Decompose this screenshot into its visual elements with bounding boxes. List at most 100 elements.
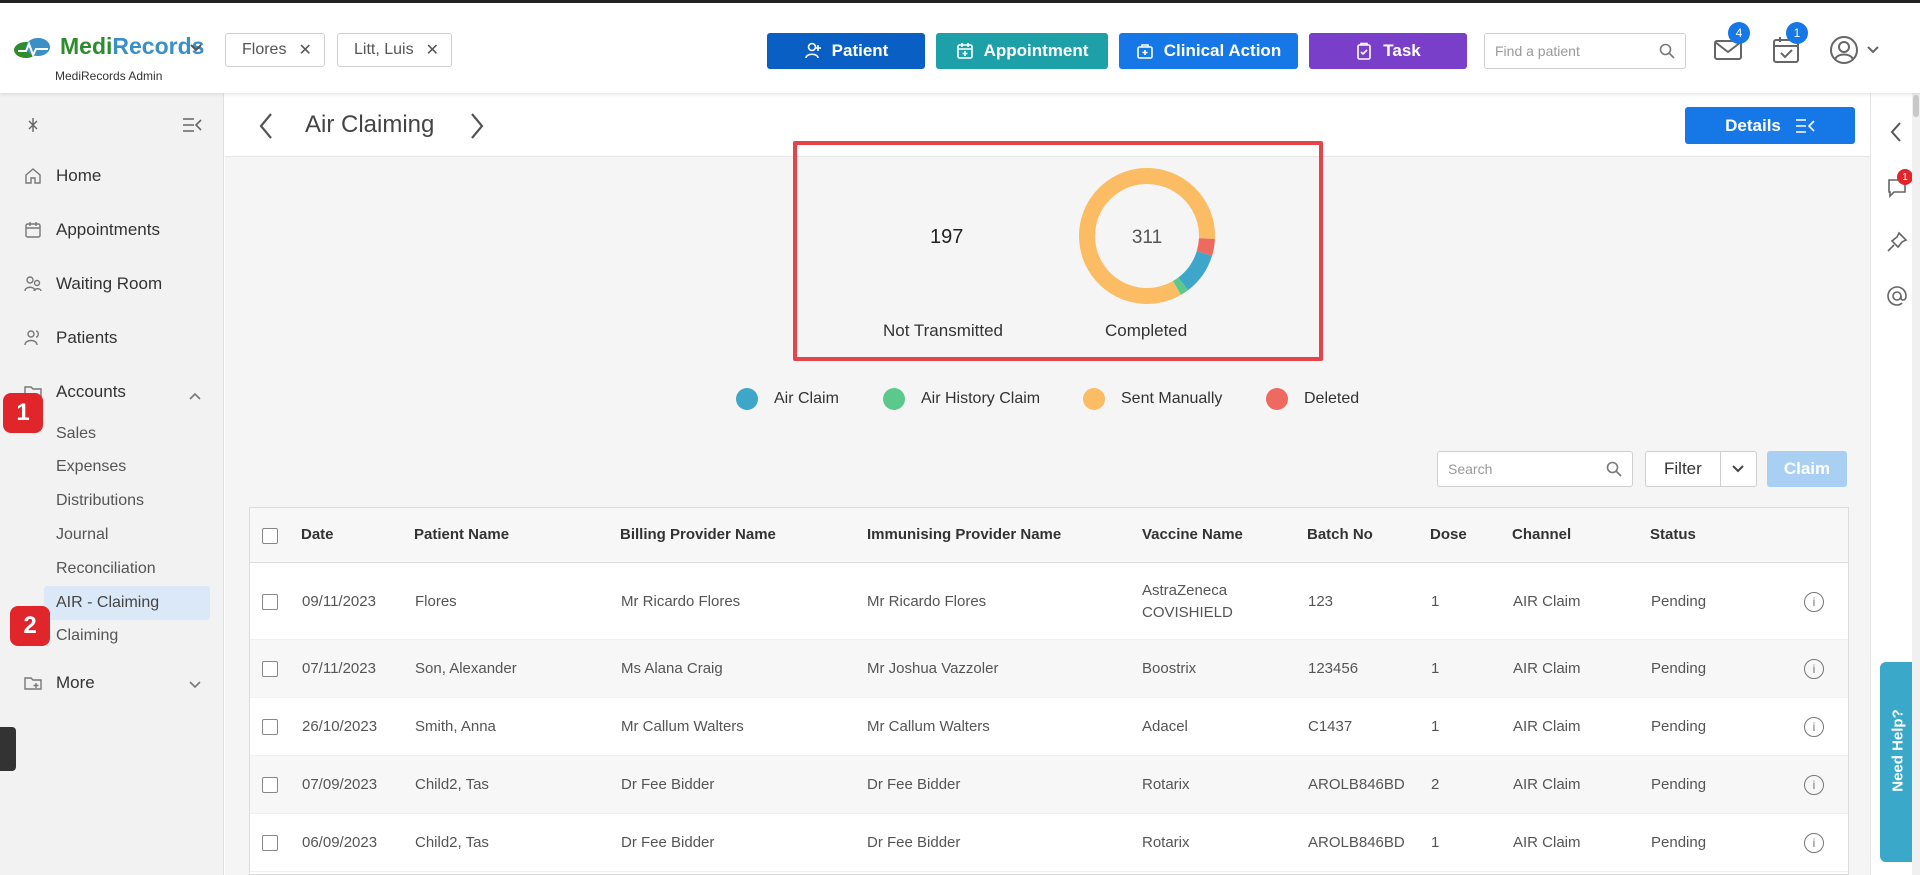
chevron-down-icon[interactable]: [188, 39, 204, 55]
patient-tab-litt[interactable]: Litt, Luis ✕: [337, 33, 452, 67]
cell-status: Pending: [1651, 776, 1707, 793]
row-checkbox[interactable]: [262, 594, 278, 610]
cell-immunising: Dr Fee Bidder: [867, 834, 961, 851]
chevron-up-icon[interactable]: [188, 389, 202, 403]
button-label: Task: [1383, 41, 1421, 60]
info-icon[interactable]: i: [1804, 833, 1824, 853]
completed-label: Completed: [1105, 321, 1188, 340]
legend-dot: [1266, 388, 1288, 410]
table-row[interactable]: 09/11/2023 Flores Mr Ricardo Flores Mr R…: [250, 563, 1848, 640]
cell-vaccine: AstraZeneca: [1142, 582, 1228, 599]
chevron-left-icon[interactable]: [1889, 121, 1903, 143]
cell-dose: 1: [1431, 834, 1440, 851]
home-icon: [25, 168, 41, 184]
sidebar-subitem-distributions[interactable]: Distributions: [56, 492, 144, 510]
user-avatar-icon[interactable]: [1829, 35, 1859, 65]
table-row[interactable]: 07/11/2023 Son, Alexander Ms Alana Craig…: [250, 640, 1848, 698]
sidebar-item-label: Accounts: [56, 382, 126, 401]
select-all-checkbox[interactable]: [262, 528, 278, 544]
sidebar-item-waiting-room[interactable]: Waiting Room: [24, 274, 162, 294]
cell-channel: AIR Claim: [1513, 718, 1581, 735]
need-help-button[interactable]: Need Help?: [1880, 662, 1914, 862]
column-header-status[interactable]: Status: [1650, 526, 1696, 543]
new-patient-button[interactable]: Patient: [767, 33, 925, 69]
stats-highlight-box: [793, 141, 1323, 361]
top-bar: MediRecords MediRecords Admin Flores ✕ L…: [0, 0, 1920, 93]
column-header-batch-no[interactable]: Batch No: [1307, 526, 1373, 543]
legend-item-air-history-claim[interactable]: Air History Claim: [883, 388, 1040, 410]
pin-icon[interactable]: [26, 117, 40, 133]
people-icon: [24, 276, 42, 292]
sidebar-subitem-claiming[interactable]: Claiming: [56, 627, 118, 645]
legend-item-sent-manually[interactable]: Sent Manually: [1083, 388, 1222, 410]
row-checkbox[interactable]: [262, 661, 278, 677]
sidebar-item-more[interactable]: More: [24, 673, 95, 693]
close-icon[interactable]: ✕: [298, 40, 311, 60]
cell-status: Pending: [1651, 834, 1707, 851]
column-header-patient-name[interactable]: Patient Name: [414, 526, 509, 543]
column-header-immunising-provider[interactable]: Immunising Provider Name: [867, 526, 1061, 543]
collapse-sidebar-icon[interactable]: [182, 117, 202, 133]
legend-label: Air History Claim: [921, 390, 1041, 407]
table-row[interactable]: 06/09/2023 Child2, Tas Dr Fee Bidder Dr …: [250, 814, 1848, 872]
sidebar-item-label: Home: [56, 166, 102, 185]
chevron-right-icon[interactable]: [468, 111, 486, 141]
chevron-left-icon[interactable]: [257, 111, 275, 141]
column-header-vaccine-name[interactable]: Vaccine Name: [1142, 526, 1243, 543]
chevron-down-icon[interactable]: [188, 678, 202, 692]
sidebar-subitem-journal[interactable]: Journal: [56, 526, 108, 544]
scrollbar-thumb[interactable]: [1913, 95, 1919, 117]
patients-icon: [24, 330, 39, 346]
patient-tab-label: Litt, Luis: [354, 41, 414, 58]
new-task-button[interactable]: Task: [1309, 33, 1467, 69]
sidebar-item-home[interactable]: Home: [24, 166, 101, 186]
row-checkbox[interactable]: [262, 719, 278, 735]
close-icon[interactable]: ✕: [426, 40, 439, 60]
info-icon[interactable]: i: [1804, 592, 1824, 612]
info-icon[interactable]: i: [1804, 659, 1824, 679]
sidebar-subitem-reconciliation[interactable]: Reconciliation: [56, 560, 156, 578]
sidebar-item-patients[interactable]: Patients: [24, 328, 117, 348]
cloud-logo-icon: [14, 37, 50, 58]
filter-button[interactable]: Filter: [1645, 451, 1757, 487]
new-appointment-button[interactable]: Appointment: [936, 33, 1108, 69]
legend-dot: [883, 388, 905, 410]
table-row[interactable]: 26/10/2023 Smith, Anna Mr Callum Walters…: [250, 698, 1848, 756]
patient-tab-flores[interactable]: Flores ✕: [225, 33, 325, 67]
clinical-action-button[interactable]: Clinical Action: [1119, 33, 1298, 69]
completed-donut-chart: 311: [1079, 168, 1215, 304]
legend-item-air-claim[interactable]: Air Claim: [736, 388, 839, 410]
legend-item-deleted[interactable]: Deleted: [1266, 388, 1359, 410]
table-row[interactable]: 07/09/2023 Child2, Tas Dr Fee Bidder Dr …: [250, 756, 1848, 814]
filter-dropdown-toggle[interactable]: [1721, 462, 1756, 476]
sidebar-subitem-sales[interactable]: Sales: [56, 425, 96, 443]
claim-button[interactable]: Claim: [1767, 451, 1847, 487]
details-button[interactable]: Details: [1685, 107, 1855, 144]
pin-icon[interactable]: [1886, 231, 1908, 253]
cell-vaccine: Boostrix: [1142, 660, 1197, 677]
calendar-add-icon: [956, 43, 973, 59]
row-checkbox[interactable]: [262, 777, 278, 793]
find-patient-input[interactable]: Find a patient: [1484, 33, 1686, 69]
column-header-channel[interactable]: Channel: [1512, 526, 1571, 543]
table-search-input[interactable]: Search: [1437, 451, 1633, 487]
page-scrollbar[interactable]: [1912, 93, 1920, 875]
sidebar-item-appointments[interactable]: Appointments: [24, 220, 160, 240]
chevron-down-icon[interactable]: [1866, 43, 1880, 57]
cell-channel: AIR Claim: [1513, 660, 1581, 677]
cell-batch: 123: [1308, 593, 1334, 610]
logo-subtitle: MediRecords Admin: [55, 69, 163, 83]
app-logo[interactable]: MediRecords: [12, 33, 204, 60]
column-header-billing-provider[interactable]: Billing Provider Name: [620, 526, 776, 543]
sidebar-subitem-air-claiming[interactable]: AIR - Claiming: [56, 594, 159, 612]
cell-vaccine: Adacel: [1142, 718, 1188, 735]
row-checkbox[interactable]: [262, 835, 278, 851]
column-header-dose[interactable]: Dose: [1430, 526, 1467, 543]
sidebar-subitem-expenses[interactable]: Expenses: [56, 458, 126, 476]
cell-billing: Dr Fee Bidder: [621, 834, 715, 851]
info-icon[interactable]: i: [1804, 717, 1824, 737]
column-header-date[interactable]: Date: [301, 526, 334, 543]
info-icon[interactable]: i: [1804, 775, 1824, 795]
at-sign-icon[interactable]: [1886, 285, 1908, 307]
side-drawer-tab[interactable]: [0, 727, 16, 771]
